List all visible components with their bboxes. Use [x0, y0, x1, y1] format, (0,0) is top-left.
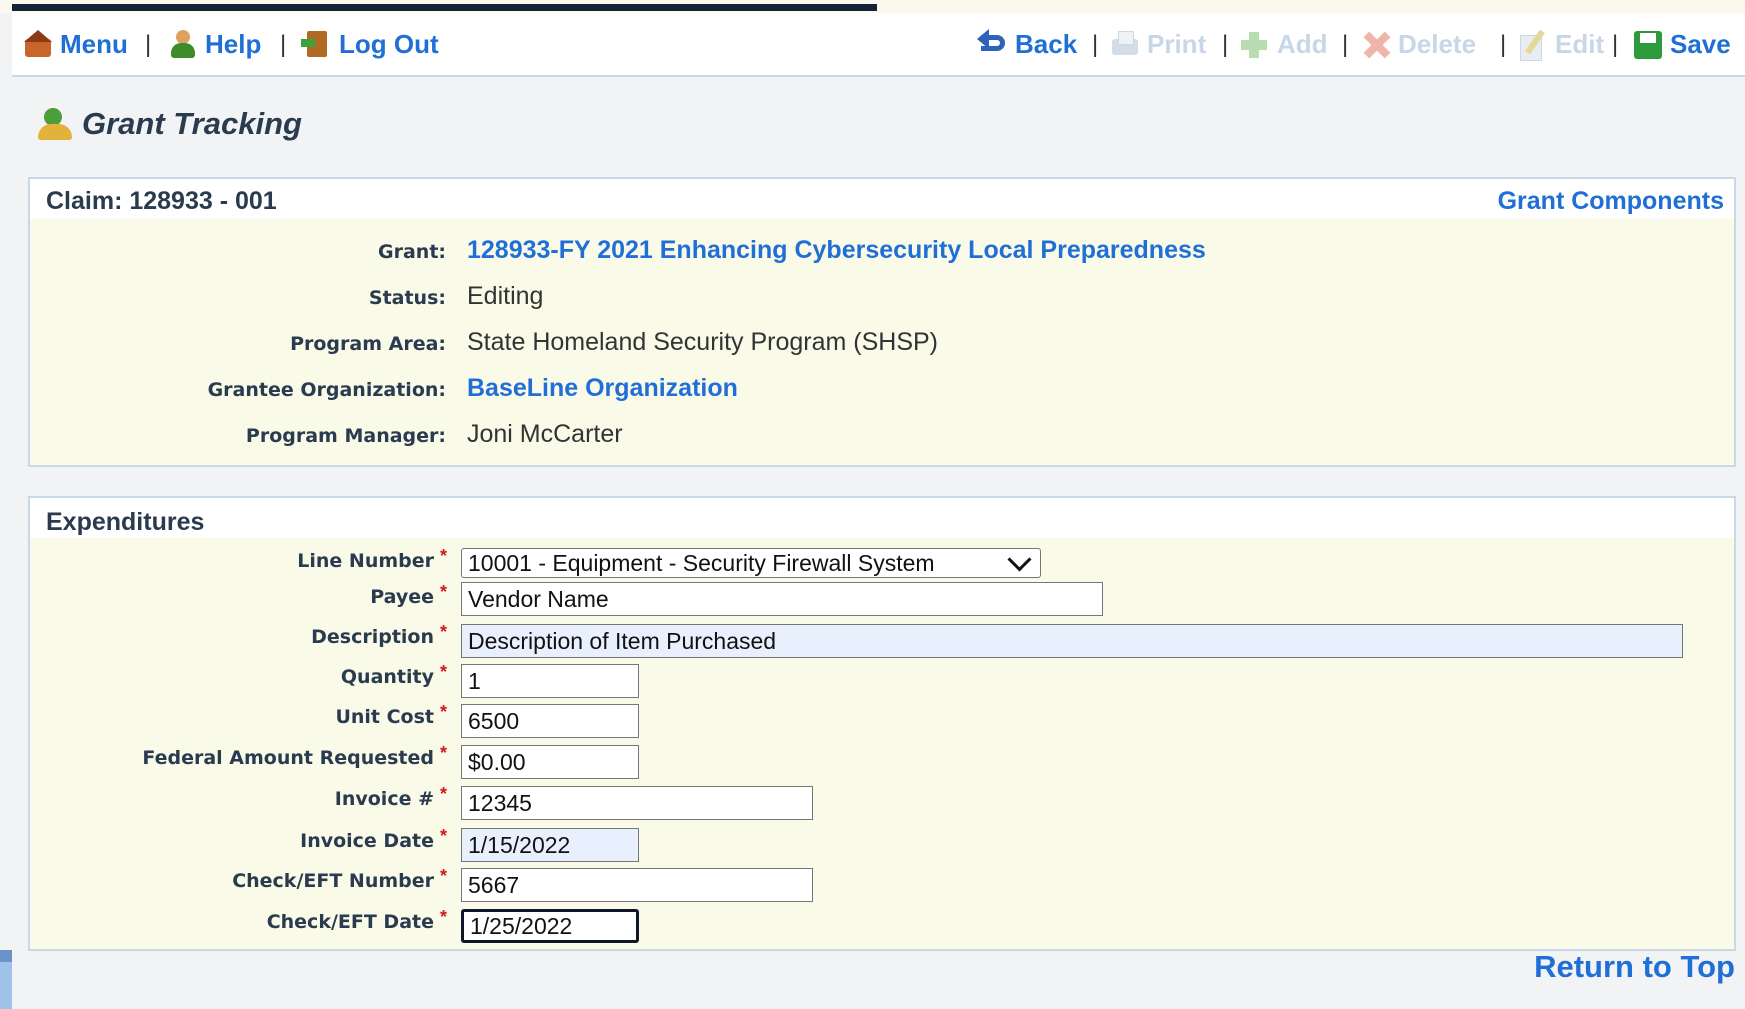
- required-marker: *: [440, 866, 448, 886]
- help-button[interactable]: Help: [167, 29, 261, 59]
- logout-label: Log Out: [339, 28, 439, 59]
- separator: |: [1092, 31, 1099, 58]
- program-area-label: Program Area:: [290, 333, 446, 355]
- invoice-date-input[interactable]: [461, 828, 639, 862]
- back-label: Back: [1015, 28, 1078, 59]
- line-number-value: 10001 - Equipment - Security Firewall Sy…: [468, 549, 935, 576]
- quantity-input[interactable]: [461, 664, 639, 698]
- separator: |: [280, 31, 287, 58]
- separator: |: [1612, 31, 1619, 58]
- back-arrow-icon: [977, 29, 1009, 59]
- chevron-down-icon: [1007, 546, 1032, 572]
- invoice-date-label: Invoice Date: [300, 830, 434, 852]
- invoice-number-input[interactable]: [461, 786, 813, 820]
- program-manager-label: Program Manager:: [245, 425, 446, 447]
- delete-label: Delete: [1398, 28, 1477, 59]
- required-marker: *: [440, 826, 448, 846]
- edit-label: Edit: [1555, 28, 1605, 59]
- top-progress-strip: [0, 0, 1745, 13]
- required-marker: *: [440, 546, 448, 566]
- separator: |: [1342, 31, 1349, 58]
- check-date-input[interactable]: [461, 909, 639, 943]
- separator: |: [145, 31, 152, 58]
- help-label: Help: [205, 28, 262, 59]
- line-number-label: Line Number: [297, 550, 434, 572]
- expenditures-panel: Expenditures Line Number * 10001 - Equip…: [28, 496, 1736, 951]
- payee-label: Payee: [370, 586, 434, 608]
- unit-cost-label: Unit Cost: [335, 706, 434, 728]
- required-marker: *: [440, 907, 448, 927]
- edit-button[interactable]: Edit: [1517, 28, 1605, 61]
- menu-label: Menu: [60, 28, 128, 59]
- description-label: Description: [311, 626, 434, 648]
- grant-tracking-icon: [38, 106, 74, 142]
- add-button[interactable]: Add: [1239, 29, 1328, 59]
- home-icon: [22, 29, 54, 59]
- check-number-label: Check/EFT Number: [232, 870, 434, 892]
- page-title: Grant Tracking: [82, 106, 302, 141]
- check-number-input[interactable]: [461, 868, 813, 902]
- federal-amount-label: Federal Amount Requested: [142, 747, 434, 769]
- claim-panel-header: Claim: 128933 - 001 Grant Components: [30, 179, 1734, 219]
- quantity-label: Quantity: [340, 666, 434, 688]
- print-label: Print: [1147, 28, 1207, 59]
- return-to-top-link[interactable]: Return to Top: [1534, 949, 1735, 985]
- edit-pencil-icon: [1517, 29, 1549, 61]
- required-marker: *: [440, 702, 448, 722]
- expenditures-header: Expenditures: [30, 498, 1734, 538]
- printer-icon: [1109, 29, 1141, 59]
- required-marker: *: [440, 662, 448, 682]
- claim-label: Claim: 128933 - 001: [46, 187, 277, 215]
- progress-bar: [12, 4, 877, 11]
- payee-input[interactable]: [461, 582, 1103, 616]
- required-marker: *: [440, 784, 448, 804]
- help-person-icon: [167, 29, 199, 59]
- program-area-value: State Homeland Security Program (SHSP): [467, 328, 939, 356]
- logout-button[interactable]: Log Out: [301, 29, 439, 59]
- description-input[interactable]: [461, 624, 1683, 658]
- line-number-select[interactable]: 10001 - Equipment - Security Firewall Sy…: [461, 546, 1041, 578]
- invoice-number-label: Invoice #: [334, 788, 434, 810]
- federal-amount-input[interactable]: [461, 745, 639, 779]
- back-button[interactable]: Back: [977, 29, 1077, 59]
- window-edge-highlight: [0, 962, 12, 1009]
- separator: |: [1222, 31, 1229, 58]
- status-value: Editing: [467, 282, 544, 310]
- save-label: Save: [1670, 28, 1731, 59]
- required-marker: *: [440, 582, 448, 602]
- separator: |: [1500, 31, 1507, 58]
- grantee-label: Grantee Organization:: [207, 379, 446, 401]
- unit-cost-input[interactable]: [461, 704, 639, 738]
- logout-door-icon: [301, 29, 333, 59]
- program-manager-value: Joni McCarter: [467, 420, 623, 448]
- menu-button[interactable]: Menu: [22, 29, 128, 59]
- save-disk-icon: [1632, 29, 1664, 59]
- grantee-link[interactable]: BaseLine Organization: [467, 374, 738, 403]
- plus-icon: [1239, 29, 1271, 59]
- grant-label: Grant:: [378, 241, 446, 263]
- required-marker: *: [440, 743, 448, 763]
- toolbar: Menu | Help | Log Out Back | Print | Add…: [12, 13, 1745, 77]
- add-label: Add: [1277, 28, 1328, 59]
- expenditures-title: Expenditures: [46, 508, 205, 536]
- grant-link[interactable]: 128933-FY 2021 Enhancing Cybersecurity L…: [467, 236, 1206, 265]
- delete-button[interactable]: Delete: [1360, 29, 1476, 59]
- delete-x-icon: [1360, 29, 1392, 59]
- grant-components-link[interactable]: Grant Components: [1498, 187, 1724, 216]
- page-header: Grant Tracking: [38, 106, 302, 142]
- status-label: Status:: [368, 287, 446, 309]
- save-button[interactable]: Save: [1632, 29, 1731, 59]
- claim-panel: Claim: 128933 - 001 Grant Components Gra…: [28, 177, 1736, 467]
- required-marker: *: [440, 622, 448, 642]
- check-date-label: Check/EFT Date: [266, 911, 434, 933]
- print-button[interactable]: Print: [1109, 29, 1206, 59]
